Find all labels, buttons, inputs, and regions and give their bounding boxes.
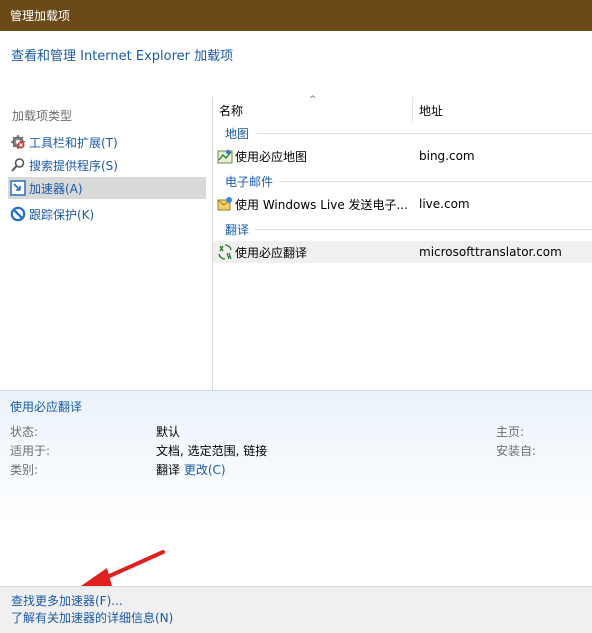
sidebar-item-label: 工具栏和扩展(T) [29, 135, 118, 150]
applies-to-value: 文档, 选定范围, 链接 [156, 444, 268, 458]
header-description: 查看和管理 Internet Explorer 加载项 [11, 49, 234, 64]
status-label: 状态: [10, 425, 39, 439]
change-link[interactable]: 更改(C) [184, 463, 226, 477]
home-label: 主页: [496, 425, 525, 439]
sort-arrow-icon: ^ [309, 95, 317, 105]
window-title: 管理加载项 [10, 9, 71, 23]
sidebar-item-toolbars[interactable]: 工具栏和扩展(T) [8, 131, 206, 153]
group-header-translate: 翻译 [213, 218, 592, 240]
sidebar-item-label: 搜索提供程序(S) [29, 158, 118, 173]
sidebar-item-label: 跟踪保护(K) [29, 207, 95, 222]
list-item[interactable]: 使用必应翻译 microsofttranslator.com [213, 241, 592, 263]
details-title: 使用必应翻译 [10, 400, 83, 414]
annotation-arrow-icon [81, 550, 165, 586]
addon-types-pane: 加载项类型 工具栏和扩展(T) 搜索提供程序(S) 加速器(A) 跟踪保护(K) [0, 97, 213, 390]
status-value: 默认 [156, 425, 181, 439]
category-label: 类别: [10, 463, 39, 477]
footer: 查找更多加速器(F)... 了解有关加速器的详细信息(N) [0, 586, 592, 633]
sidebar-item-label: 加速器(A) [29, 181, 83, 196]
group-header-email: 电子邮件 [213, 170, 592, 192]
gear-icon [10, 134, 26, 150]
sidebar-item-accelerators[interactable]: 加速器(A) [8, 177, 206, 199]
search-icon [10, 157, 26, 173]
column-separator[interactable] [412, 97, 413, 123]
category-value: 翻译 更改(C) [156, 463, 226, 477]
tracking-protection-icon [10, 206, 26, 222]
map-icon [217, 148, 233, 164]
mail-icon [217, 196, 233, 212]
list-item[interactable]: 使用必应地图 bing.com [213, 145, 592, 167]
applies-to-label: 适用于: [10, 444, 51, 458]
learn-more-accelerators-link[interactable]: 了解有关加速器的详细信息(N) [11, 609, 173, 626]
sidebar-item-tracking-protection[interactable]: 跟踪保护(K) [8, 203, 206, 225]
install-from-label: 安装自: [496, 444, 537, 458]
column-header-address[interactable]: 地址 [419, 97, 589, 123]
addon-list: 名称 ^ 地址 地图 使用必应地图 bing.com 电子邮件 使用 Windo… [213, 95, 592, 390]
header-area: 查看和管理 Internet Explorer 加载项 [0, 31, 592, 98]
find-more-accelerators-link[interactable]: 查找更多加速器(F)... [11, 592, 123, 609]
accelerator-icon [10, 180, 26, 196]
list-item[interactable]: 使用 Windows Live 发送电子... live.com [213, 193, 592, 215]
translate-icon [217, 244, 233, 260]
addon-types-label: 加载项类型 [12, 109, 73, 123]
window-titlebar: 管理加载项 [0, 0, 592, 31]
group-header-map: 地图 [213, 122, 592, 144]
sidebar-item-search-providers[interactable]: 搜索提供程序(S) [8, 154, 206, 176]
